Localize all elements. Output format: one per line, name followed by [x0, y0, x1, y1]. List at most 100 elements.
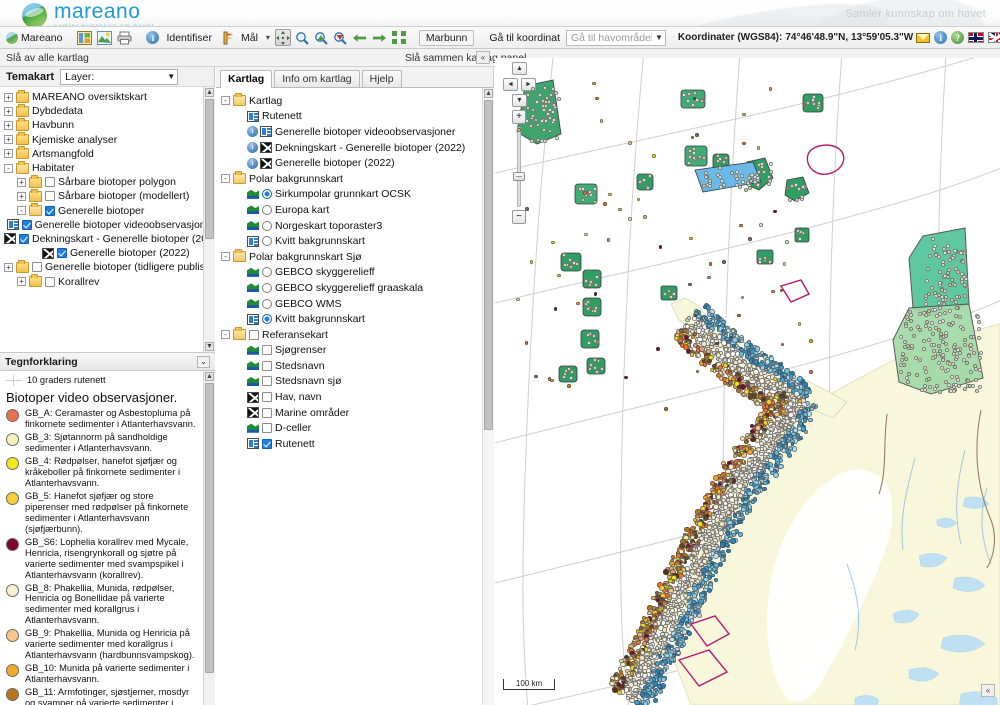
layer-checkbox[interactable] — [32, 262, 42, 273]
expand-node-icon[interactable]: + — [4, 262, 13, 272]
layer-tree-node[interactable]: Sjøgrenser — [221, 343, 494, 359]
scroll-up-icon[interactable]: ▲ — [205, 88, 214, 97]
layer-info-icon[interactable]: i — [247, 142, 258, 154]
layer-checkbox[interactable] — [19, 233, 29, 244]
layer-checkbox[interactable] — [249, 329, 259, 340]
extent-icon[interactable] — [391, 29, 407, 46]
layer-tree-node[interactable]: GEBCO skyggerelieff graaskala — [221, 280, 494, 296]
layer-radio[interactable] — [262, 220, 272, 231]
layer-info-icon[interactable]: i — [247, 126, 258, 138]
layer-tree-node[interactable]: i Dekningskart - Generelle biotoper (2022… — [221, 140, 494, 156]
expand-node-icon[interactable]: + — [4, 106, 13, 116]
theme-tree-node[interactable]: Generelle biotoper (2022) — [4, 246, 215, 260]
layer-checkbox[interactable] — [262, 438, 272, 449]
scroll-up-icon[interactable]: ▲ — [205, 372, 214, 381]
layer-tree-node[interactable]: Sirkumpolar grunnkart OCSK — [221, 187, 494, 203]
layer-tree-node[interactable]: - Polar bakgrunnskart — [221, 171, 494, 187]
expand-node-icon[interactable]: + — [17, 177, 26, 187]
layer-tree-node[interactable]: Rutenett — [221, 109, 494, 125]
layer-checkbox[interactable] — [262, 376, 272, 387]
layer-radio[interactable] — [262, 236, 272, 247]
measure-label[interactable]: Mål — [238, 32, 261, 44]
flag-uk-icon[interactable] — [988, 32, 1000, 43]
layer-tree-node[interactable]: - Referansekart — [221, 327, 494, 343]
scroll-thumb[interactable] — [205, 99, 214, 239]
layer-checkbox[interactable] — [262, 407, 272, 418]
goto-coordinate-button[interactable]: Gå til koordinat — [486, 32, 563, 44]
theme-tree-node[interactable]: + Havbunn — [4, 117, 215, 132]
zoom-slider-handle[interactable] — [513, 172, 525, 181]
collapse-node-icon[interactable]: - — [221, 96, 230, 106]
theme-tree-node[interactable]: Generelle biotoper videoobservasjoner — [4, 218, 215, 232]
layer-checkbox[interactable] — [262, 360, 272, 371]
theme-tree-node[interactable]: + Kjemiske analyser — [4, 132, 215, 147]
theme-tree-node[interactable]: + Artsmangfold — [4, 146, 215, 161]
measure-icon[interactable] — [218, 29, 235, 46]
theme-tree-node[interactable]: Dekningskart - Generelle biotoper (2022) — [4, 232, 215, 246]
info-icon[interactable]: i — [934, 31, 948, 44]
layer-tree-node[interactable]: i Generelle biotoper videoobservasjoner — [221, 124, 494, 140]
collapse-node-icon[interactable]: - — [221, 330, 230, 340]
layer-checkbox[interactable] — [45, 177, 55, 188]
tab-kartlag[interactable]: Kartlag — [220, 70, 273, 88]
scroll-thumb[interactable] — [484, 100, 493, 430]
layer-tree-node[interactable]: i Generelle biotoper (2022) — [221, 155, 494, 171]
flag-no-icon[interactable] — [968, 32, 985, 43]
pan-down-button[interactable]: ▼ — [512, 94, 527, 107]
layer-checkbox[interactable] — [262, 423, 272, 434]
layer-tree-node[interactable]: Rutenett — [221, 436, 494, 452]
layer-tree-node[interactable]: Norgeskart toporaster3 — [221, 218, 494, 234]
zoom-out-button[interactable]: − — [512, 210, 526, 224]
layer-checkbox[interactable] — [45, 276, 55, 287]
pan-right-button[interactable]: ► — [521, 78, 536, 91]
legend-collapse-button[interactable]: ⌄ — [197, 356, 210, 368]
theme-tree-node[interactable]: + MAREANO oversiktskart — [4, 89, 215, 104]
expand-node-icon[interactable]: + — [17, 277, 26, 287]
collapse-node-icon[interactable]: - — [221, 252, 230, 262]
layer-checkbox[interactable] — [45, 205, 55, 216]
expand-node-icon[interactable]: + — [4, 149, 13, 159]
dropdown-caret-icon[interactable]: ▾ — [264, 33, 272, 42]
layer-select[interactable]: Layer: ▼ — [60, 68, 179, 85]
export-image-icon[interactable] — [96, 29, 113, 46]
zoom-in-button[interactable]: + — [512, 110, 526, 124]
collapse-node-icon[interactable]: - — [17, 206, 26, 216]
back-arrow-icon[interactable] — [351, 29, 368, 46]
zoom-icon[interactable] — [294, 29, 310, 46]
map-canvas[interactable]: ▲ ◄ ► ▼ + − 100 km « — [495, 58, 1000, 705]
layer-tree-node[interactable]: Marine områder — [221, 405, 494, 421]
layer-checkbox[interactable] — [262, 345, 272, 356]
tab-hjelp[interactable]: Hjelp — [361, 70, 402, 87]
identify-label[interactable]: Identifiser — [163, 32, 215, 44]
turn-off-all-layers-link[interactable]: Slå av alle kartlag — [6, 52, 89, 64]
scroll-up-icon[interactable]: ▲ — [484, 89, 493, 98]
collapse-panel-button[interactable]: « — [476, 51, 490, 64]
scroll-down-icon[interactable]: ▼ — [205, 342, 214, 351]
layer-radio[interactable] — [262, 298, 272, 309]
layer-tree-node[interactable]: Kvitt bakgrunnskart — [221, 233, 494, 249]
layer-checkbox[interactable] — [57, 248, 67, 259]
theme-tree-node[interactable]: - Habitater — [4, 160, 215, 175]
theme-tree-node[interactable]: + Sårbare biotoper polygon — [4, 174, 215, 189]
home-button[interactable]: Mareano — [4, 31, 64, 44]
layer-tree-node[interactable]: GEBCO skyggerelieff — [221, 265, 494, 281]
layer-radio[interactable] — [262, 314, 272, 325]
expand-node-icon[interactable]: + — [17, 191, 26, 201]
forward-arrow-icon[interactable] — [371, 29, 388, 46]
mail-icon[interactable] — [916, 32, 931, 43]
scroll-thumb[interactable] — [205, 383, 214, 673]
layer-tree-node[interactable]: Stedsnavn — [221, 358, 494, 374]
layer-checkbox[interactable] — [21, 219, 32, 230]
zoom-in-icon[interactable] — [313, 29, 329, 46]
zoom-out-icon[interactable] — [332, 29, 348, 46]
theme-tree-scrollbar[interactable]: ▲ ▼ — [203, 87, 215, 352]
layer-tree-node[interactable]: Kvitt bakgrunnskart — [221, 311, 494, 327]
print-icon[interactable] — [116, 29, 133, 46]
layer-tree-node[interactable]: GEBCO WMS — [221, 296, 494, 312]
zoom-slider-track[interactable] — [517, 127, 521, 207]
pan-up-button[interactable]: ▲ — [512, 62, 527, 75]
goto-area-select[interactable]: Gå til havområde ▼ — [566, 29, 666, 46]
seabed-button[interactable]: Marbunn — [418, 29, 475, 46]
layer-radio[interactable] — [262, 189, 272, 200]
layer-info-icon[interactable]: i — [247, 157, 258, 169]
